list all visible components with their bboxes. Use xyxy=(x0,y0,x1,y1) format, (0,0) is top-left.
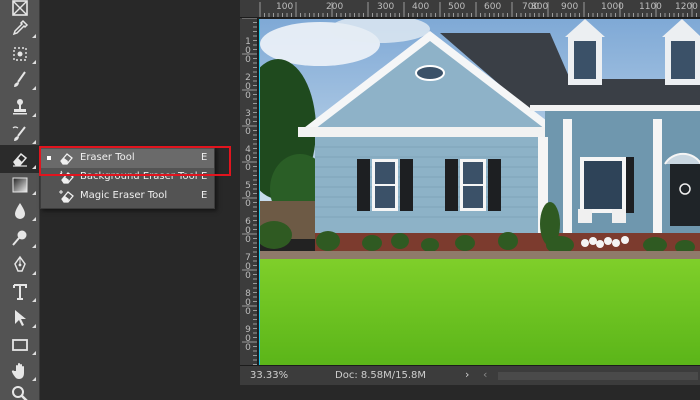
spot-heal-tool[interactable] xyxy=(0,40,40,68)
ruler-label: 200 xyxy=(245,73,251,101)
tool-group-indicator xyxy=(32,298,36,302)
horizontal-scrollbar[interactable] xyxy=(498,372,698,380)
ruler-label: 700 xyxy=(245,253,251,281)
photoshop-window: 100 200 300 400 500 600 700 800 900 1000… xyxy=(0,0,700,400)
rectangle-tool[interactable] xyxy=(0,331,40,359)
ruler-label: 400 xyxy=(412,2,430,12)
type-icon xyxy=(13,284,27,300)
type-tool[interactable] xyxy=(0,278,40,306)
path-select-icon xyxy=(15,310,26,326)
zoom-level[interactable]: 33.33% xyxy=(250,370,288,381)
hand-icon xyxy=(11,363,24,379)
menu-item-label: Magic Eraser Tool xyxy=(80,190,168,201)
ruler-label: 300 xyxy=(245,109,251,137)
menu-item-magic-eraser-tool[interactable]: Magic Eraser Tool E xyxy=(41,187,214,206)
ruler-label: 100 xyxy=(245,37,251,65)
history-brush-icon xyxy=(12,126,26,141)
ruler-label: 600 xyxy=(484,2,502,12)
tool-group-indicator xyxy=(32,244,36,248)
blur-icon xyxy=(15,203,25,219)
ruler-label: 500 xyxy=(448,2,466,12)
tool-group-indicator xyxy=(32,165,36,169)
clone-stamp-tool[interactable] xyxy=(0,93,40,121)
brush-tool[interactable] xyxy=(0,66,40,94)
eraser-tool[interactable] xyxy=(0,145,40,173)
ruler-label: 900 xyxy=(245,325,251,353)
document-size: Doc: 8.58M/15.8M xyxy=(335,370,427,381)
tool-group-indicator xyxy=(32,60,36,64)
eyedropper-icon xyxy=(12,19,29,36)
tool-group-indicator xyxy=(32,217,36,221)
ruler-label: 800 xyxy=(245,289,251,317)
eyedropper-tool[interactable] xyxy=(0,14,40,42)
brush-icon xyxy=(14,71,26,87)
blur-tool[interactable] xyxy=(0,197,40,225)
bottom-strip xyxy=(240,385,700,400)
tool-group-indicator xyxy=(32,140,36,144)
horizontal-ruler[interactable]: 100 200 300 400 500 600 700 800 900 1000… xyxy=(240,0,700,18)
house-photo xyxy=(260,19,700,365)
magic-eraser-icon xyxy=(59,190,74,203)
spot-heal-icon xyxy=(13,47,27,61)
path-select-tool[interactable] xyxy=(0,304,40,332)
dodge-tool[interactable] xyxy=(0,224,40,252)
ruler-label: 300 xyxy=(377,2,395,12)
ruler-label: 900 xyxy=(561,2,579,12)
ruler-label: 1200 xyxy=(675,2,698,12)
ruler-label: 500 xyxy=(245,181,251,209)
pen-tool[interactable] xyxy=(0,251,40,279)
dodge-icon xyxy=(12,230,27,246)
zoom-tool[interactable] xyxy=(0,380,40,400)
tool-group-indicator xyxy=(32,271,36,275)
tool-group-indicator xyxy=(32,113,36,117)
ruler-label: 200 xyxy=(326,2,344,12)
eraser-icon xyxy=(13,152,28,167)
image-canvas[interactable] xyxy=(259,19,700,365)
status-bar: 33.33% Doc: 8.58M/15.8M › ‹ xyxy=(240,365,700,385)
vertical-ruler[interactable]: 100 200 300 400 500 600 700 800 900 xyxy=(240,18,258,385)
tool-group-indicator xyxy=(32,324,36,328)
zoom-icon xyxy=(12,386,28,400)
ruler-label: 1100 xyxy=(639,2,662,12)
ruler-label: 400 xyxy=(245,145,251,173)
ruler-label: 800 xyxy=(531,2,549,12)
gradient-tool[interactable] xyxy=(0,171,40,199)
gradient-icon xyxy=(12,177,28,193)
annotation-highlight-box xyxy=(39,146,231,176)
clone-stamp-icon xyxy=(13,99,27,115)
ruler-label: 600 xyxy=(245,217,251,245)
pen-icon xyxy=(14,255,26,272)
tool-group-indicator xyxy=(32,191,36,195)
rectangle-icon xyxy=(12,339,28,351)
menu-item-shortcut: E xyxy=(201,190,208,201)
scroll-left-button[interactable]: ‹ xyxy=(483,368,487,381)
history-brush-tool[interactable] xyxy=(0,120,40,148)
tools-panel xyxy=(0,0,40,400)
tool-group-indicator xyxy=(32,34,36,38)
ruler-label: 100 xyxy=(276,2,294,12)
status-menu-arrow[interactable]: › xyxy=(465,368,469,381)
ruler-ticks xyxy=(259,2,697,17)
tool-group-indicator xyxy=(32,86,36,90)
tool-group-indicator xyxy=(32,351,36,355)
ruler-label: 1000 xyxy=(601,2,624,12)
